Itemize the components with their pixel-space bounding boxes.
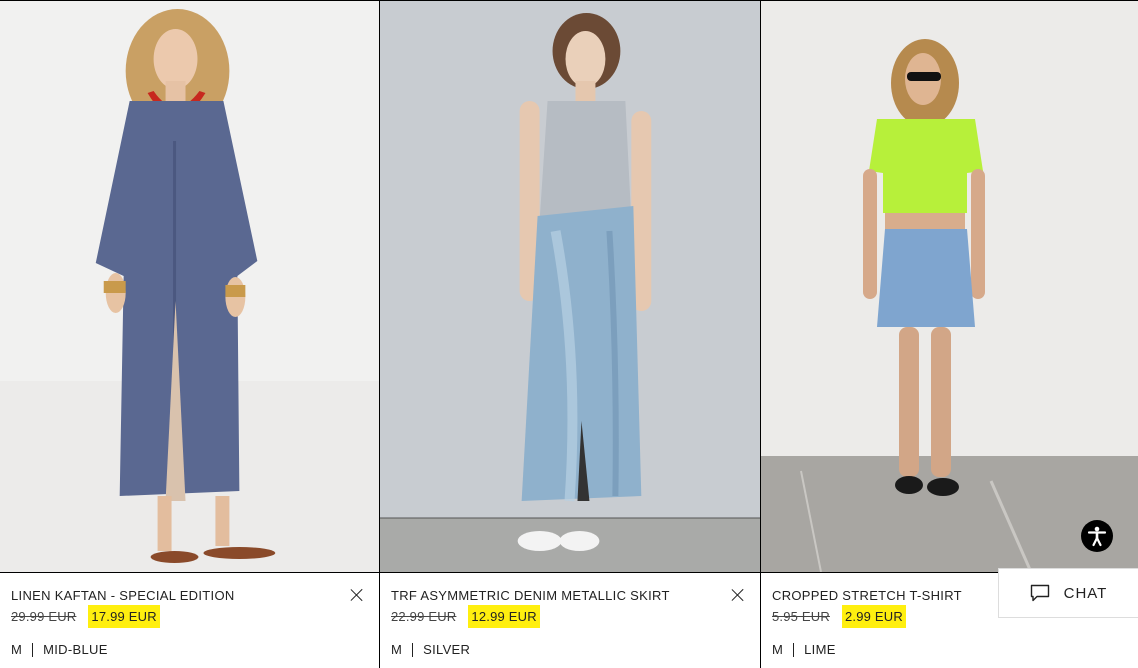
chat-label: CHAT bbox=[1063, 584, 1108, 602]
product-image[interactable] bbox=[761, 1, 1138, 572]
original-price: 5.95 EUR bbox=[772, 609, 830, 624]
color-label: MID-BLUE bbox=[43, 642, 108, 657]
sale-price: 17.99 EUR bbox=[88, 605, 160, 628]
product-photo-cropped-tshirt bbox=[761, 1, 1138, 572]
size-label: M bbox=[11, 642, 23, 657]
variant-divider bbox=[32, 642, 34, 657]
remove-item-close-icon[interactable] bbox=[349, 587, 365, 603]
sale-price: 12.99 EUR bbox=[468, 605, 540, 628]
product-name[interactable]: LINEN KAFTAN - SPECIAL EDITION bbox=[11, 588, 235, 603]
product-info: LINEN KAFTAN - SPECIAL EDITION 29.99 EUR… bbox=[0, 572, 379, 668]
product-card: TRF ASYMMETRIC DENIM METALLIC SKIRT 22.9… bbox=[380, 1, 761, 668]
variant-row: M SILVER bbox=[391, 642, 470, 657]
product-photo-kaftan bbox=[0, 1, 379, 572]
product-info: TRF ASYMMETRIC DENIM METALLIC SKIRT 22.9… bbox=[380, 572, 760, 668]
chat-bubble-icon bbox=[1030, 584, 1049, 602]
price-row: 5.95 EUR 2.99 EUR bbox=[772, 605, 906, 628]
product-photo-denim-skirt bbox=[380, 1, 760, 572]
product-name[interactable]: TRF ASYMMETRIC DENIM METALLIC SKIRT bbox=[391, 588, 670, 603]
remove-item-close-icon[interactable] bbox=[730, 587, 746, 603]
product-name[interactable]: CROPPED STRETCH T-SHIRT bbox=[772, 588, 962, 603]
variant-divider bbox=[412, 642, 414, 657]
size-label: M bbox=[772, 642, 784, 657]
price-row: 22.99 EUR 12.99 EUR bbox=[391, 605, 540, 628]
chat-button[interactable]: CHAT bbox=[998, 568, 1138, 618]
variant-row: M MID-BLUE bbox=[11, 642, 108, 657]
product-image[interactable] bbox=[380, 1, 760, 572]
product-image[interactable] bbox=[0, 1, 379, 572]
product-grid: LINEN KAFTAN - SPECIAL EDITION 29.99 EUR… bbox=[0, 0, 1138, 668]
variant-row: M LIME bbox=[772, 642, 836, 657]
size-label: M bbox=[391, 642, 403, 657]
color-label: LIME bbox=[804, 642, 836, 657]
color-label: SILVER bbox=[423, 642, 471, 657]
original-price: 29.99 EUR bbox=[11, 609, 77, 624]
accessibility-button[interactable] bbox=[1081, 520, 1113, 552]
price-row: 29.99 EUR 17.99 EUR bbox=[11, 605, 160, 628]
original-price: 22.99 EUR bbox=[391, 609, 457, 624]
sale-price: 2.99 EUR bbox=[841, 605, 906, 628]
variant-divider bbox=[793, 642, 795, 657]
accessibility-icon bbox=[1087, 526, 1107, 547]
product-card: LINEN KAFTAN - SPECIAL EDITION 29.99 EUR… bbox=[0, 1, 380, 668]
